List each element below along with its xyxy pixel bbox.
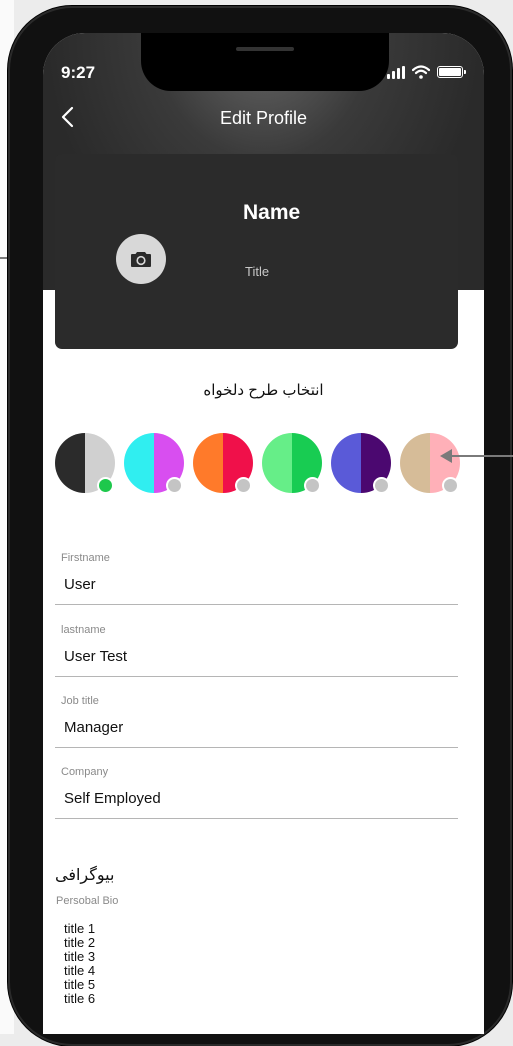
theme-unselected-indicator	[235, 477, 252, 494]
lastname-field[interactable]: lastname User Test	[55, 624, 458, 677]
profile-name: Name	[243, 201, 301, 224]
theme-color-left	[55, 433, 85, 493]
status-time: 9:27	[61, 63, 96, 82]
firstname-value[interactable]: User	[64, 576, 96, 593]
bio-textarea[interactable]: title 1 title 2 title 3 title 4 title 5 …	[64, 922, 95, 1006]
notch	[141, 33, 389, 91]
firstname-label: Firstname	[61, 552, 110, 564]
lastname-label: lastname	[61, 624, 106, 636]
theme-unselected-indicator	[442, 477, 459, 494]
company-field[interactable]: Company Self Employed	[55, 766, 458, 819]
theme-picker	[55, 433, 475, 495]
job-title-field[interactable]: Job title Manager	[55, 695, 458, 748]
battery-icon	[437, 66, 466, 78]
theme-unselected-indicator	[304, 477, 321, 494]
theme-selected-indicator	[97, 477, 114, 494]
bio-heading: بیوگرافی	[55, 867, 115, 884]
theme-unselected-indicator	[166, 477, 183, 494]
speaker-grille	[236, 47, 294, 51]
theme-color-left	[124, 433, 154, 493]
theme-color-left	[331, 433, 361, 493]
profile-card: Name Title	[55, 154, 458, 349]
change-photo-button[interactable]	[116, 234, 166, 284]
wifi-icon	[412, 65, 430, 79]
annotation-arrow-theme	[451, 455, 513, 457]
theme-section-heading: انتخاب طرح دلخواه	[203, 382, 324, 399]
profile-title: Title	[245, 264, 270, 279]
theme-color-left	[262, 433, 292, 493]
annotation-arrowhead-theme	[440, 449, 452, 463]
job-title-value[interactable]: Manager	[64, 719, 123, 736]
bio-label: Persobal Bio	[56, 895, 119, 907]
status-icons	[387, 63, 466, 81]
company-label: Company	[61, 766, 109, 778]
theme-color-left	[400, 433, 430, 493]
phone-screen: 9:27 Edit Profile Name Title انتخاب طرح …	[43, 33, 484, 1034]
theme-color-left	[193, 433, 223, 493]
cellular-signal-icon	[387, 65, 405, 79]
firstname-field[interactable]: Firstname User	[55, 552, 458, 605]
camera-icon	[131, 252, 151, 267]
page-title: Edit Profile	[219, 108, 308, 128]
company-value[interactable]: Self Employed	[64, 790, 161, 807]
job-title-label: Job title	[61, 695, 99, 707]
theme-unselected-indicator	[373, 477, 390, 494]
lastname-value[interactable]: User Test	[64, 648, 127, 665]
